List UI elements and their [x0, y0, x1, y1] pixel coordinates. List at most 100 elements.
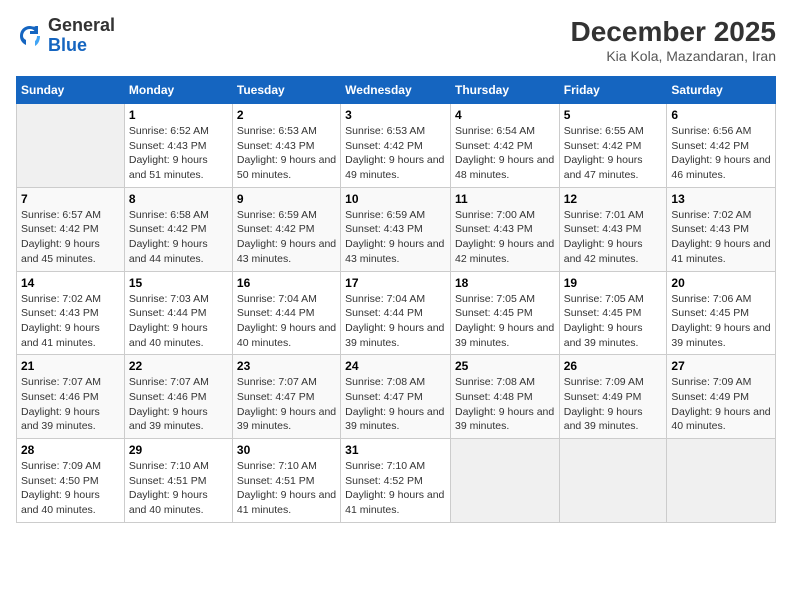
day-info: Sunrise: 6:59 AMSunset: 4:43 PMDaylight:…	[345, 208, 446, 267]
logo-text: General Blue	[48, 16, 115, 56]
calendar-cell: 4Sunrise: 6:54 AMSunset: 4:42 PMDaylight…	[450, 104, 559, 188]
day-number: 12	[564, 192, 663, 206]
calendar-cell: 17Sunrise: 7:04 AMSunset: 4:44 PMDayligh…	[341, 271, 451, 355]
calendar-cell: 13 Sunrise: 7:02 AMSunset: 4:43 PMDayligh…	[667, 187, 776, 271]
calendar-cell: 22 Sunrise: 7:07 AMSunset: 4:46 PMDayligh…	[124, 355, 232, 439]
calendar-cell	[559, 439, 667, 523]
calendar-cell: 30Sunrise: 7:10 AMSunset: 4:51 PMDayligh…	[232, 439, 340, 523]
day-number: 5	[564, 108, 663, 122]
calendar-cell: 29 Sunrise: 7:10 AMSunset: 4:51 PMDayligh…	[124, 439, 232, 523]
day-number: 20	[671, 276, 771, 290]
weekday-header-friday: Friday	[559, 77, 667, 104]
day-info: Sunrise: 7:02 AMSunset: 4:43 PMDaylight:…	[21, 292, 120, 351]
calendar-cell: 1Sunrise: 6:52 AMSunset: 4:43 PMDaylight…	[124, 104, 232, 188]
calendar-cell: 16Sunrise: 7:04 AMSunset: 4:44 PMDayligh…	[232, 271, 340, 355]
day-info: Sunrise: 7:04 AMSunset: 4:44 PMDaylight:…	[237, 292, 336, 351]
day-number: 22	[129, 359, 228, 373]
day-info: Sunrise: 7:09 AMSunset: 4:49 PMDaylight:…	[671, 375, 771, 434]
day-info: Sunrise: 7:02 AMSunset: 4:43 PMDaylight:…	[671, 208, 771, 267]
weekday-header-row: SundayMondayTuesdayWednesdayThursdayFrid…	[17, 77, 776, 104]
day-number: 31	[345, 443, 446, 457]
day-number: 6	[671, 108, 771, 122]
day-info: Sunrise: 6:53 AMSunset: 4:43 PMDaylight:…	[237, 124, 336, 183]
day-number: 18	[455, 276, 555, 290]
day-info: Sunrise: 6:57 AMSunset: 4:42 PMDaylight:…	[21, 208, 120, 267]
day-info: Sunrise: 6:53 AMSunset: 4:42 PMDaylight:…	[345, 124, 446, 183]
calendar-cell: 15Sunrise: 7:03 AMSunset: 4:44 PMDayligh…	[124, 271, 232, 355]
calendar-cell: 18 Sunrise: 7:05 AMSunset: 4:45 PMDayligh…	[450, 271, 559, 355]
day-info: Sunrise: 6:56 AMSunset: 4:42 PMDaylight:…	[671, 124, 771, 183]
calendar-title: December 2025	[571, 16, 776, 48]
day-number: 29	[129, 443, 228, 457]
calendar-cell: 14 Sunrise: 7:02 AMSunset: 4:43 PMDayligh…	[17, 271, 125, 355]
calendar-cell: 21 Sunrise: 7:07 AMSunset: 4:46 PMDayligh…	[17, 355, 125, 439]
day-info: Sunrise: 7:06 AMSunset: 4:45 PMDaylight:…	[671, 292, 771, 351]
calendar-subtitle: Kia Kola, Mazandaran, Iran	[571, 48, 776, 64]
calendar-cell: 7 Sunrise: 6:57 AMSunset: 4:42 PMDaylight…	[17, 187, 125, 271]
page-header: General Blue December 2025 Kia Kola, Maz…	[16, 16, 776, 64]
calendar-cell: 25Sunrise: 7:08 AMSunset: 4:48 PMDayligh…	[450, 355, 559, 439]
day-info: Sunrise: 7:07 AMSunset: 4:46 PMDaylight:…	[129, 375, 228, 434]
day-info: Sunrise: 7:00 AMSunset: 4:43 PMDaylight:…	[455, 208, 555, 267]
day-info: Sunrise: 7:07 AMSunset: 4:46 PMDaylight:…	[21, 375, 120, 434]
logo-icon	[16, 22, 44, 50]
day-number: 23	[237, 359, 336, 373]
calendar-cell: 28Sunrise: 7:09 AMSunset: 4:50 PMDayligh…	[17, 439, 125, 523]
calendar-cell: 9 Sunrise: 6:59 AMSunset: 4:42 PMDaylight…	[232, 187, 340, 271]
day-info: Sunrise: 7:09 AMSunset: 4:50 PMDaylight:…	[21, 459, 120, 518]
calendar-cell: 23Sunrise: 7:07 AMSunset: 4:47 PMDayligh…	[232, 355, 340, 439]
day-info: Sunrise: 7:08 AMSunset: 4:47 PMDaylight:…	[345, 375, 446, 434]
day-info: Sunrise: 6:55 AMSunset: 4:42 PMDaylight:…	[564, 124, 663, 183]
weekday-header-tuesday: Tuesday	[232, 77, 340, 104]
calendar-cell: 8Sunrise: 6:58 AMSunset: 4:42 PMDaylight…	[124, 187, 232, 271]
calendar-week-3: 14 Sunrise: 7:02 AMSunset: 4:43 PMDayligh…	[17, 271, 776, 355]
calendar-cell: 2 Sunrise: 6:53 AMSunset: 4:43 PMDaylight…	[232, 104, 340, 188]
day-number: 1	[129, 108, 228, 122]
day-number: 17	[345, 276, 446, 290]
calendar-table: SundayMondayTuesdayWednesdayThursdayFrid…	[16, 76, 776, 523]
day-info: Sunrise: 7:10 AMSunset: 4:52 PMDaylight:…	[345, 459, 446, 518]
weekday-header-saturday: Saturday	[667, 77, 776, 104]
day-info: Sunrise: 6:59 AMSunset: 4:42 PMDaylight:…	[237, 208, 336, 267]
weekday-header-monday: Monday	[124, 77, 232, 104]
day-info: Sunrise: 7:10 AMSunset: 4:51 PMDaylight:…	[129, 459, 228, 518]
weekday-header-thursday: Thursday	[450, 77, 559, 104]
day-info: Sunrise: 7:05 AMSunset: 4:45 PMDaylight:…	[455, 292, 555, 351]
calendar-cell: 3 Sunrise: 6:53 AMSunset: 4:42 PMDaylight…	[341, 104, 451, 188]
day-info: Sunrise: 6:54 AMSunset: 4:42 PMDaylight:…	[455, 124, 555, 183]
day-number: 21	[21, 359, 120, 373]
day-number: 19	[564, 276, 663, 290]
calendar-cell: 24 Sunrise: 7:08 AMSunset: 4:47 PMDayligh…	[341, 355, 451, 439]
calendar-week-1: 1Sunrise: 6:52 AMSunset: 4:43 PMDaylight…	[17, 104, 776, 188]
calendar-cell: 6 Sunrise: 6:56 AMSunset: 4:42 PMDaylight…	[667, 104, 776, 188]
day-number: 2	[237, 108, 336, 122]
day-number: 15	[129, 276, 228, 290]
calendar-body: 1Sunrise: 6:52 AMSunset: 4:43 PMDaylight…	[17, 104, 776, 523]
weekday-header-sunday: Sunday	[17, 77, 125, 104]
day-number: 26	[564, 359, 663, 373]
day-number: 24	[345, 359, 446, 373]
day-number: 11	[455, 192, 555, 206]
logo-blue: Blue	[48, 36, 115, 56]
calendar-cell: 27 Sunrise: 7:09 AMSunset: 4:49 PMDayligh…	[667, 355, 776, 439]
calendar-week-2: 7 Sunrise: 6:57 AMSunset: 4:42 PMDaylight…	[17, 187, 776, 271]
calendar-week-4: 21 Sunrise: 7:07 AMSunset: 4:46 PMDayligh…	[17, 355, 776, 439]
calendar-week-5: 28Sunrise: 7:09 AMSunset: 4:50 PMDayligh…	[17, 439, 776, 523]
day-number: 8	[129, 192, 228, 206]
day-number: 3	[345, 108, 446, 122]
title-block: December 2025 Kia Kola, Mazandaran, Iran	[571, 16, 776, 64]
calendar-cell: 12Sunrise: 7:01 AMSunset: 4:43 PMDayligh…	[559, 187, 667, 271]
calendar-cell: 26Sunrise: 7:09 AMSunset: 4:49 PMDayligh…	[559, 355, 667, 439]
day-info: Sunrise: 7:08 AMSunset: 4:48 PMDaylight:…	[455, 375, 555, 434]
day-number: 13	[671, 192, 771, 206]
logo-general: General	[48, 16, 115, 36]
calendar-cell: 11 Sunrise: 7:00 AMSunset: 4:43 PMDayligh…	[450, 187, 559, 271]
day-number: 30	[237, 443, 336, 457]
calendar-cell	[667, 439, 776, 523]
day-number: 27	[671, 359, 771, 373]
day-number: 9	[237, 192, 336, 206]
weekday-header-wednesday: Wednesday	[341, 77, 451, 104]
logo: General Blue	[16, 16, 115, 56]
day-number: 7	[21, 192, 120, 206]
day-number: 14	[21, 276, 120, 290]
